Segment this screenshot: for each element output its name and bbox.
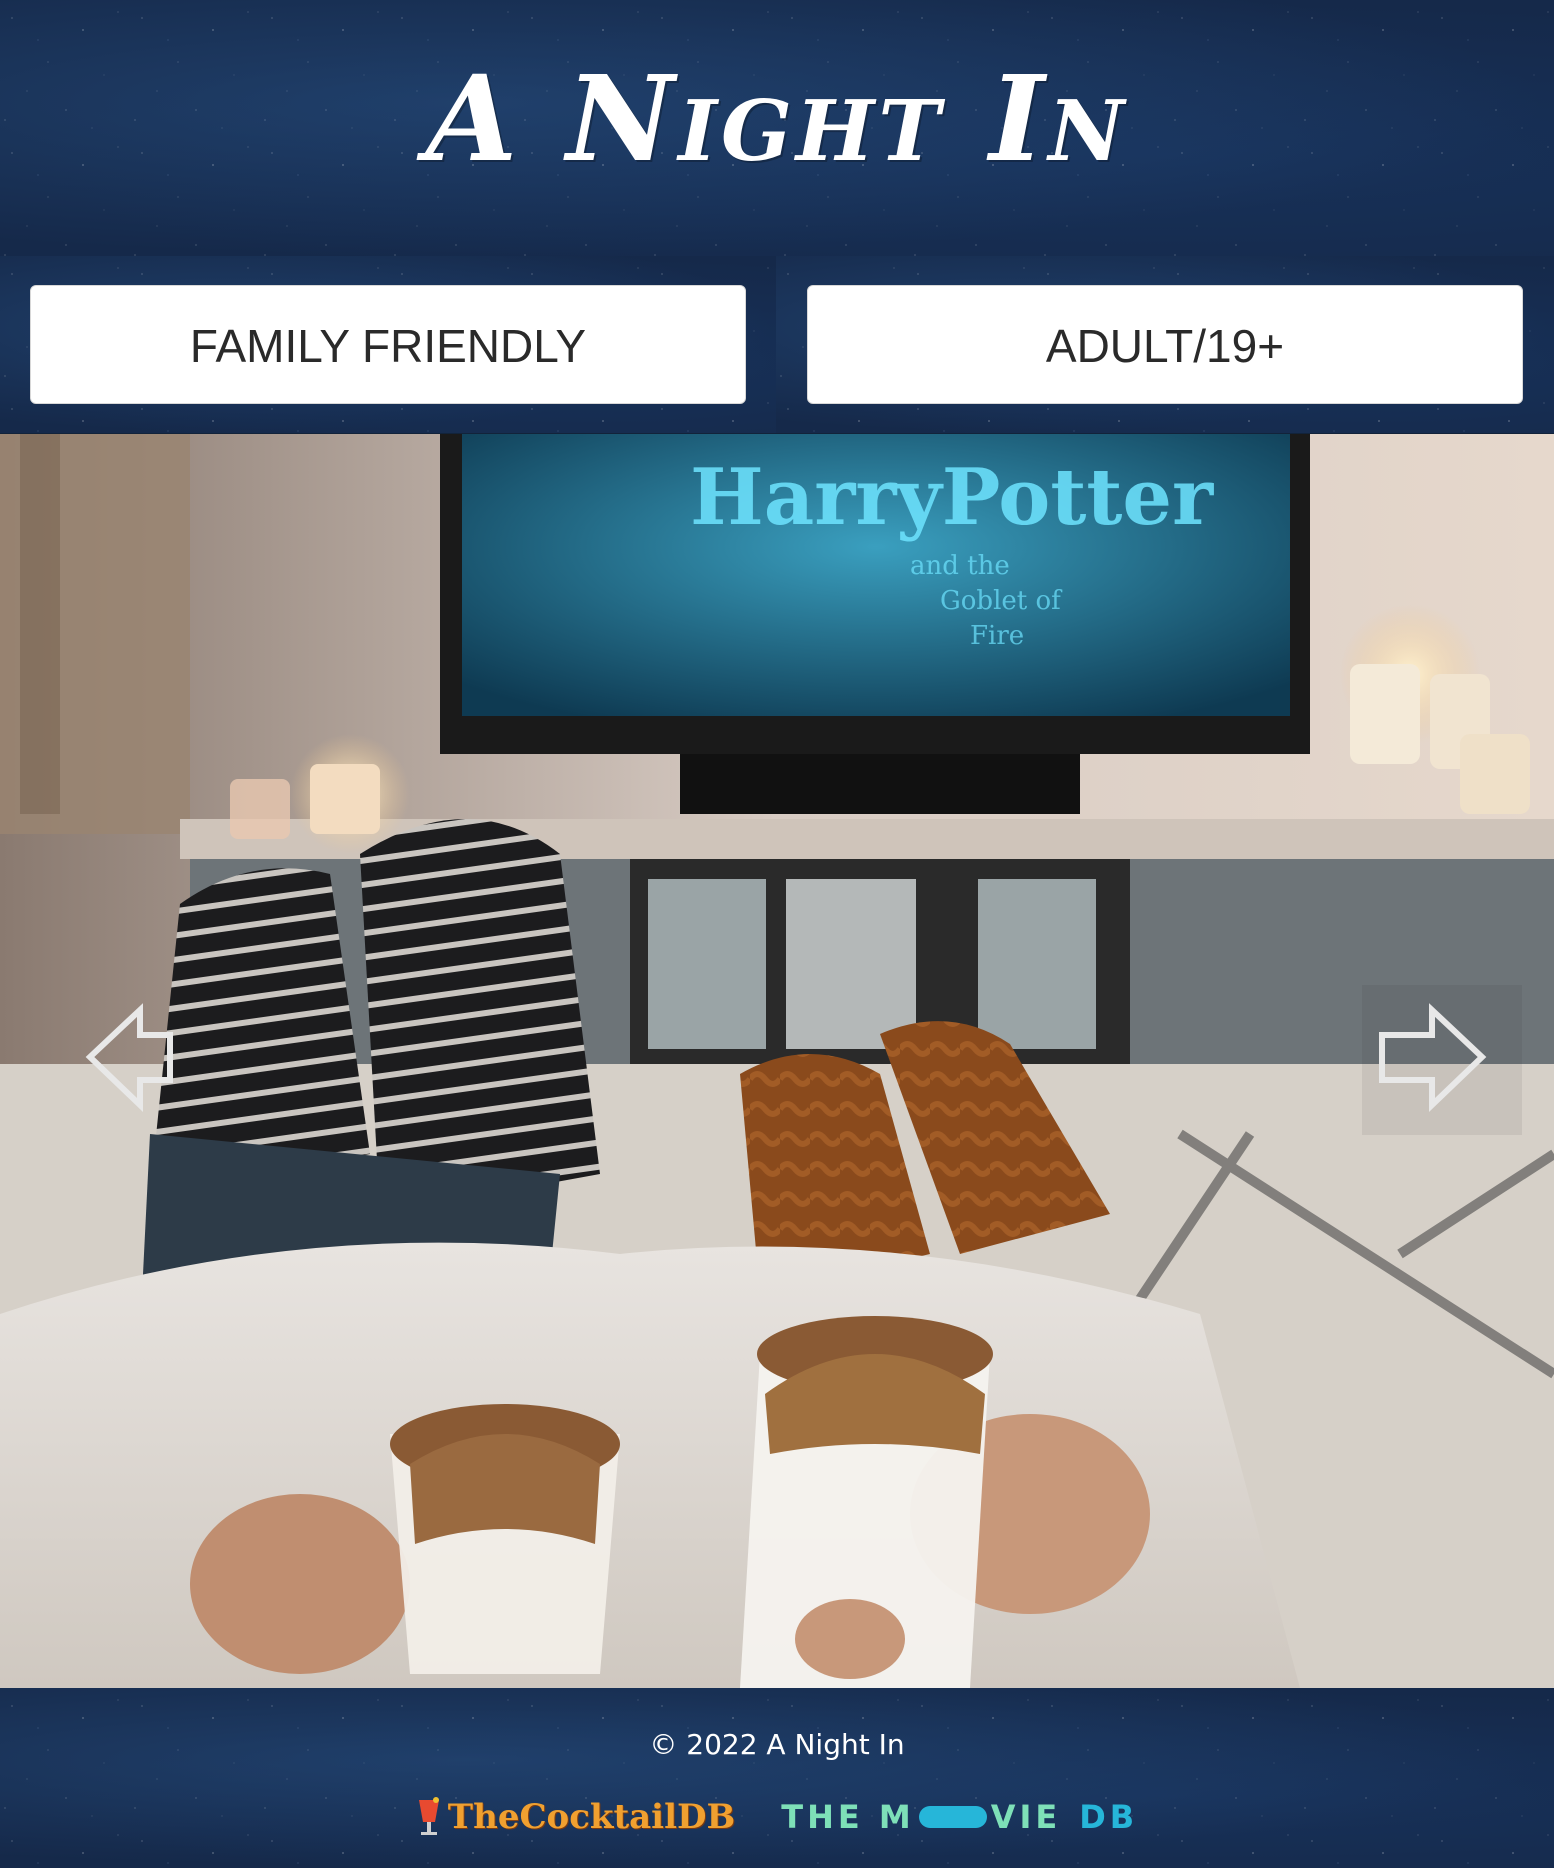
- tmdb-pill-icon: [918, 1806, 987, 1828]
- tmdb-logo-vie: VIE: [990, 1798, 1062, 1836]
- site-title: A Night In: [425, 49, 1129, 188]
- site-header: A Night In: [0, 0, 1554, 258]
- api-credits: TheCocktailDB THE M VIE DB: [0, 1796, 1554, 1838]
- adult-button[interactable]: ADULT/19+: [807, 285, 1523, 404]
- tmdb-logo-the: THE M: [781, 1798, 915, 1836]
- svg-text:and the: and the: [910, 551, 1010, 581]
- svg-text:Fire: Fire: [970, 621, 1024, 651]
- arrow-right-icon: [1379, 1003, 1487, 1113]
- carousel-next-button[interactable]: [1362, 985, 1522, 1135]
- carousel-prev-button[interactable]: [30, 985, 190, 1135]
- site-footer: © 2022 A Night In TheCocktailDB THE M VI…: [0, 1688, 1554, 1868]
- svg-text:Goblet of: Goblet of: [940, 586, 1063, 616]
- svg-text:HarryPotter: HarryPotter: [690, 452, 1214, 543]
- carousel-image: HarryPotter and the Goblet of Fire: [0, 434, 1554, 1688]
- copyright-text: © 2022 A Night In: [649, 1728, 905, 1761]
- cocktaildb-logo[interactable]: TheCocktailDB: [416, 1796, 735, 1838]
- cocktaildb-logo-text: TheCocktailDB: [447, 1797, 736, 1837]
- tmdb-logo[interactable]: THE M VIE DB: [781, 1798, 1138, 1836]
- family-friendly-button[interactable]: FAMILY FRIENDLY: [30, 285, 746, 404]
- cocktail-glass-icon: [418, 1797, 439, 1835]
- tmdb-logo-db: DB: [1079, 1798, 1139, 1836]
- arrow-left-icon: [85, 1003, 173, 1113]
